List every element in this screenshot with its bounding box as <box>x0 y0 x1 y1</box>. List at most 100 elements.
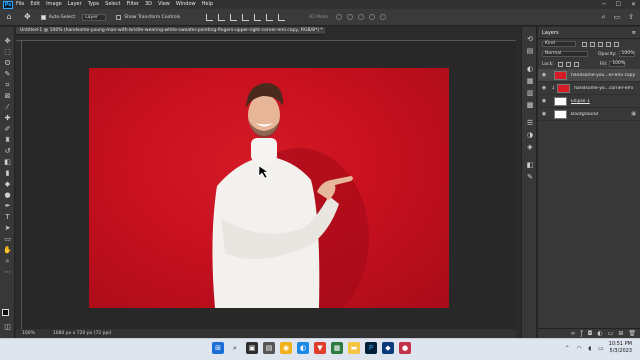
properties-icon[interactable]: ☰ <box>526 119 534 127</box>
zoom-tool-icon[interactable]: ⌕ <box>3 257 12 265</box>
edge-icon[interactable]: ◐ <box>297 342 309 354</box>
chevron-up-icon[interactable]: ⌃ <box>565 345 570 352</box>
chrome-icon[interactable]: ◉ <box>280 342 292 354</box>
roll-3d-icon[interactable] <box>346 14 353 20</box>
path-selection-tool-icon[interactable]: ➤ <box>3 224 12 232</box>
store-icon[interactable]: ▦ <box>331 342 343 354</box>
frame-tool-icon[interactable]: ⊠ <box>3 92 12 100</box>
wifi-icon[interactable]: ◠ <box>576 345 581 352</box>
home-icon[interactable]: ⌂ <box>4 12 14 22</box>
clock[interactable]: 10:51 PM 5/3/2023 <box>609 341 632 355</box>
media-icon[interactable]: ● <box>399 342 411 354</box>
add-mask-icon[interactable]: ◘ <box>588 330 593 337</box>
layers-panel-icon[interactable]: ◧ <box>526 161 534 169</box>
workspace-icon[interactable]: ▭ <box>614 13 621 22</box>
panel-menu-icon[interactable]: ≡ <box>632 27 636 38</box>
menu-edit[interactable]: Edit <box>30 0 40 9</box>
opacity-input[interactable]: 100% <box>618 51 635 57</box>
layer-name[interactable]: Background <box>571 112 598 117</box>
battery-icon[interactable]: ▭ <box>598 345 604 352</box>
scale-3d-icon[interactable] <box>379 14 386 20</box>
filter-smart-object-icon[interactable] <box>614 41 619 47</box>
menu-image[interactable]: Image <box>46 0 62 9</box>
filter-pixel-icon[interactable] <box>582 41 587 47</box>
orbit-3d-icon[interactable] <box>335 14 342 20</box>
menu-type[interactable]: Type <box>88 0 99 9</box>
menu-view[interactable]: View <box>158 0 170 9</box>
app-icon[interactable]: ◆ <box>382 342 394 354</box>
layer-filter-dropdown[interactable]: Kind <box>542 41 576 47</box>
lock-all-icon[interactable] <box>573 61 579 67</box>
move-tool-icon[interactable]: ✥ <box>24 12 31 22</box>
link-layers-icon[interactable]: ∞ <box>571 330 576 337</box>
patterns-icon[interactable]: ▩ <box>526 101 534 109</box>
visibility-eye-icon[interactable]: ◉ <box>540 72 548 78</box>
slide-3d-icon[interactable] <box>368 14 375 20</box>
dodge-tool-icon[interactable]: ● <box>3 191 12 199</box>
new-layer-icon[interactable]: ⊞ <box>618 330 623 337</box>
show-transform-controls-checkbox[interactable]: Show Transform Controls <box>116 14 180 20</box>
hand-tool-icon[interactable]: ✋ <box>3 246 12 254</box>
blend-mode-dropdown[interactable]: Normal <box>542 51 588 57</box>
adjustment-layer-icon[interactable]: ◐ <box>597 330 602 337</box>
task-view-icon[interactable]: ▣ <box>246 342 258 354</box>
filter-shape-icon[interactable] <box>606 41 611 47</box>
document-tab[interactable]: Untitled-1 @ 100% (handsome-young-man-wi… <box>16 27 325 35</box>
layer-row[interactable]: ◉ handsome-you...er-emi copy <box>538 69 640 82</box>
maximize-icon[interactable]: ☐ <box>616 0 621 9</box>
layer-row[interactable]: ◉ Background ▣ <box>538 108 640 121</box>
volume-icon[interactable]: ◖ <box>588 345 591 352</box>
menu-filter[interactable]: Filter <box>127 0 139 9</box>
align-left-icon[interactable] <box>206 13 214 21</box>
zoom-level[interactable]: 100% <box>22 329 35 338</box>
document-canvas-image[interactable] <box>89 68 449 308</box>
layer-row[interactable]: ◉ ↓ handsome-yo...corner-emi <box>538 82 640 95</box>
brave-icon[interactable]: ▼ <box>314 342 326 354</box>
eraser-tool-icon[interactable]: ◧ <box>3 158 12 166</box>
align-center-icon[interactable] <box>218 13 226 21</box>
color-icon[interactable]: ◐ <box>526 65 534 73</box>
filter-adjustment-icon[interactable] <box>590 41 595 47</box>
more-tools-icon[interactable]: ⋯ <box>3 268 12 276</box>
visibility-eye-icon[interactable]: ◉ <box>540 85 548 91</box>
filter-type-icon[interactable] <box>598 41 603 47</box>
eyedropper-tool-icon[interactable]: ⁄ <box>3 103 12 111</box>
document-info[interactable]: 1080 px x 720 px (72 ppi) <box>53 329 112 338</box>
crop-tool-icon[interactable]: ⌗ <box>3 81 12 89</box>
minimize-icon[interactable]: ─ <box>602 0 606 9</box>
paths-icon[interactable]: ✎ <box>526 173 534 181</box>
marquee-tool-icon[interactable]: ⬚ <box>3 48 12 56</box>
quick-select-tool-icon[interactable]: ✎ <box>3 70 12 78</box>
layer-style-icon[interactable]: ƒ <box>581 330 583 337</box>
menu-file[interactable]: File <box>16 0 24 9</box>
menu-select[interactable]: Select <box>105 0 120 9</box>
lock-position-icon[interactable] <box>565 61 571 67</box>
layers-panel-title[interactable]: Layers <box>542 27 559 38</box>
visibility-eye-icon[interactable]: ◉ <box>540 111 548 117</box>
stamp-tool-icon[interactable]: ♜ <box>3 136 12 144</box>
share-icon[interactable]: ⇪ <box>628 13 634 22</box>
menu-window[interactable]: Window <box>176 0 196 9</box>
windows-start-icon[interactable]: ⊞ <box>212 342 224 354</box>
menu-3d[interactable]: 3D <box>145 0 152 9</box>
menu-layer[interactable]: Layer <box>68 0 82 9</box>
pan-3d-icon[interactable] <box>357 14 364 20</box>
align-middle-icon[interactable] <box>254 13 262 21</box>
layer-name[interactable]: handsome-yo...corner-emi <box>574 86 633 91</box>
distribute-icon[interactable] <box>278 13 286 21</box>
menu-help[interactable]: Help <box>202 0 213 9</box>
delete-layer-icon[interactable]: 🗑 <box>628 330 636 337</box>
rectangle-tool-icon[interactable]: ▭ <box>3 235 12 243</box>
layer-row[interactable]: ◉ Ellipse 1 <box>538 95 640 108</box>
move-tool-icon[interactable]: ✥ <box>3 37 12 45</box>
gradient-tool-icon[interactable]: ▮ <box>3 169 12 177</box>
blur-tool-icon[interactable]: ◆ <box>3 180 12 188</box>
layer-name[interactable]: handsome-you...er-emi copy <box>571 73 635 78</box>
quick-mask-icon[interactable]: ◫ <box>3 323 12 331</box>
widgets-icon[interactable]: ▤ <box>263 342 275 354</box>
layer-name[interactable]: Ellipse 1 <box>571 99 590 104</box>
auto-select-target-dropdown[interactable]: Layer <box>82 13 107 21</box>
swatches-icon[interactable]: ▦ <box>526 77 534 85</box>
type-tool-icon[interactable]: T <box>3 213 12 221</box>
align-bottom-icon[interactable] <box>266 13 274 21</box>
